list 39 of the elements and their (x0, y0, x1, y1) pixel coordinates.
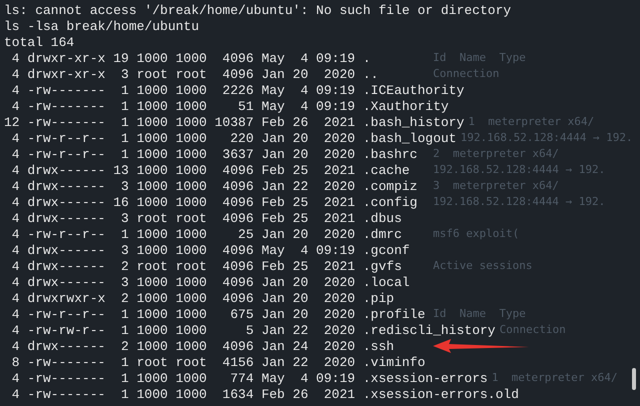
terminal-line: 4 drwx------ 3 1000 1000 4096 May 4 09:19 .gconf (10, 243, 410, 258)
terminal-line: 4 -rw-r--r-- 1 1000 1000 25 Jan 20 2020 .dmrc (10, 227, 402, 242)
terminal-line: ls -lsa break/home/ubuntu (4, 19, 200, 34)
terminal-line: 4 drwxr-xr-x 3 root root 4096 Jan 20 2020 .. (10, 67, 378, 82)
terminal-line: ls: cannot access '/break/home/ubuntu': No such file or directory (4, 3, 512, 18)
background-window-text: 2 meterpreter x64/ (433, 147, 559, 161)
background-window-text: Connection (433, 67, 500, 81)
terminal-line: 4 -rw------- 1 1000 1000 1634 Feb 26 2021 .xsession-errors.old (10, 387, 519, 402)
background-window-text: Connection (499, 323, 566, 337)
terminal-line: 4 -rw-r--r-- 1 1000 1000 3637 Jan 20 2020 .bashrc (10, 147, 418, 162)
terminal-line: 4 drwxrwxr-x 2 1000 1000 4096 Jan 20 2020 .pip (10, 291, 394, 306)
terminal-line: 12 -rw------- 1 1000 1000 10387 Feb 26 2021 .bash_history (4, 115, 464, 130)
terminal-line: 4 drwx------ 3 root root 4096 Feb 25 2021 .dbus (10, 211, 402, 226)
terminal-line: 8 -rw------- 1 root root 4156 Jan 22 2020 .viminfo (10, 355, 426, 370)
terminal-line: 4 drwxr-xr-x 19 1000 1000 4096 May 4 09:19 . (10, 51, 371, 66)
background-window-text: msf6 exploit( (433, 227, 520, 241)
terminal-line: 4 -rw-r--r-- 1 1000 1000 220 Jan 20 2020 .bash_logout (10, 131, 456, 146)
terminal-line: total 164 (4, 35, 74, 50)
terminal-line: 4 drwx------ 2 root root 4096 Feb 25 2021 .gvfs (10, 259, 402, 274)
background-window-text: 192.168.52.128:4444 → 192. (433, 163, 606, 177)
background-window-text: Id Name Type (433, 51, 526, 65)
terminal-line: 4 -rw------- 1 1000 1000 51 May 4 09:19 .Xauthority (10, 99, 449, 114)
terminal-line: 4 -rw-r--r-- 1 1000 1000 675 Jan 20 2020 .profile (10, 307, 426, 322)
scrollbar-thumb[interactable] (632, 368, 636, 390)
terminal-line: 4 drwx------ 3 1000 1000 4096 Jan 22 2020 .compiz (10, 179, 418, 194)
background-window-text: 3 meterpreter x64/ (433, 179, 559, 193)
terminal-line: 4 drwx------ 13 1000 1000 4096 Feb 25 2021 .cache (10, 163, 410, 178)
terminal-line: 4 drwx------ 2 1000 1000 4096 Jan 24 2020 .ssh (10, 339, 394, 354)
background-window-text: 1 meterpreter x64/ (492, 371, 618, 385)
terminal-line: 4 -rw-rw-r-- 1 1000 1000 5 Jan 22 2020 .rediscli_history (10, 323, 496, 338)
background-window-text: 192.168.52.128:4444 → 192. (433, 195, 606, 209)
terminal-line: 4 drwx------ 16 1000 1000 4096 Feb 25 2021 .config (10, 195, 418, 210)
terminal-line: 4 -rw------- 1 1000 1000 2226 May 4 09:19 .ICEauthority (10, 83, 464, 98)
terminal-line: 4 -rw------- 1 1000 1000 774 May 4 09:19 .xsession-errors (10, 371, 488, 386)
background-window-text: 192.168.52.128:4444 → 192. (460, 131, 633, 145)
background-window-text: 1 meterpreter x64/ (468, 115, 594, 129)
terminal-line: 4 drwx------ 3 1000 1000 4096 Jan 20 2020 .local (10, 275, 410, 290)
background-window-text: Id Name Type (433, 307, 526, 321)
background-window-text: Active sessions (433, 259, 532, 273)
